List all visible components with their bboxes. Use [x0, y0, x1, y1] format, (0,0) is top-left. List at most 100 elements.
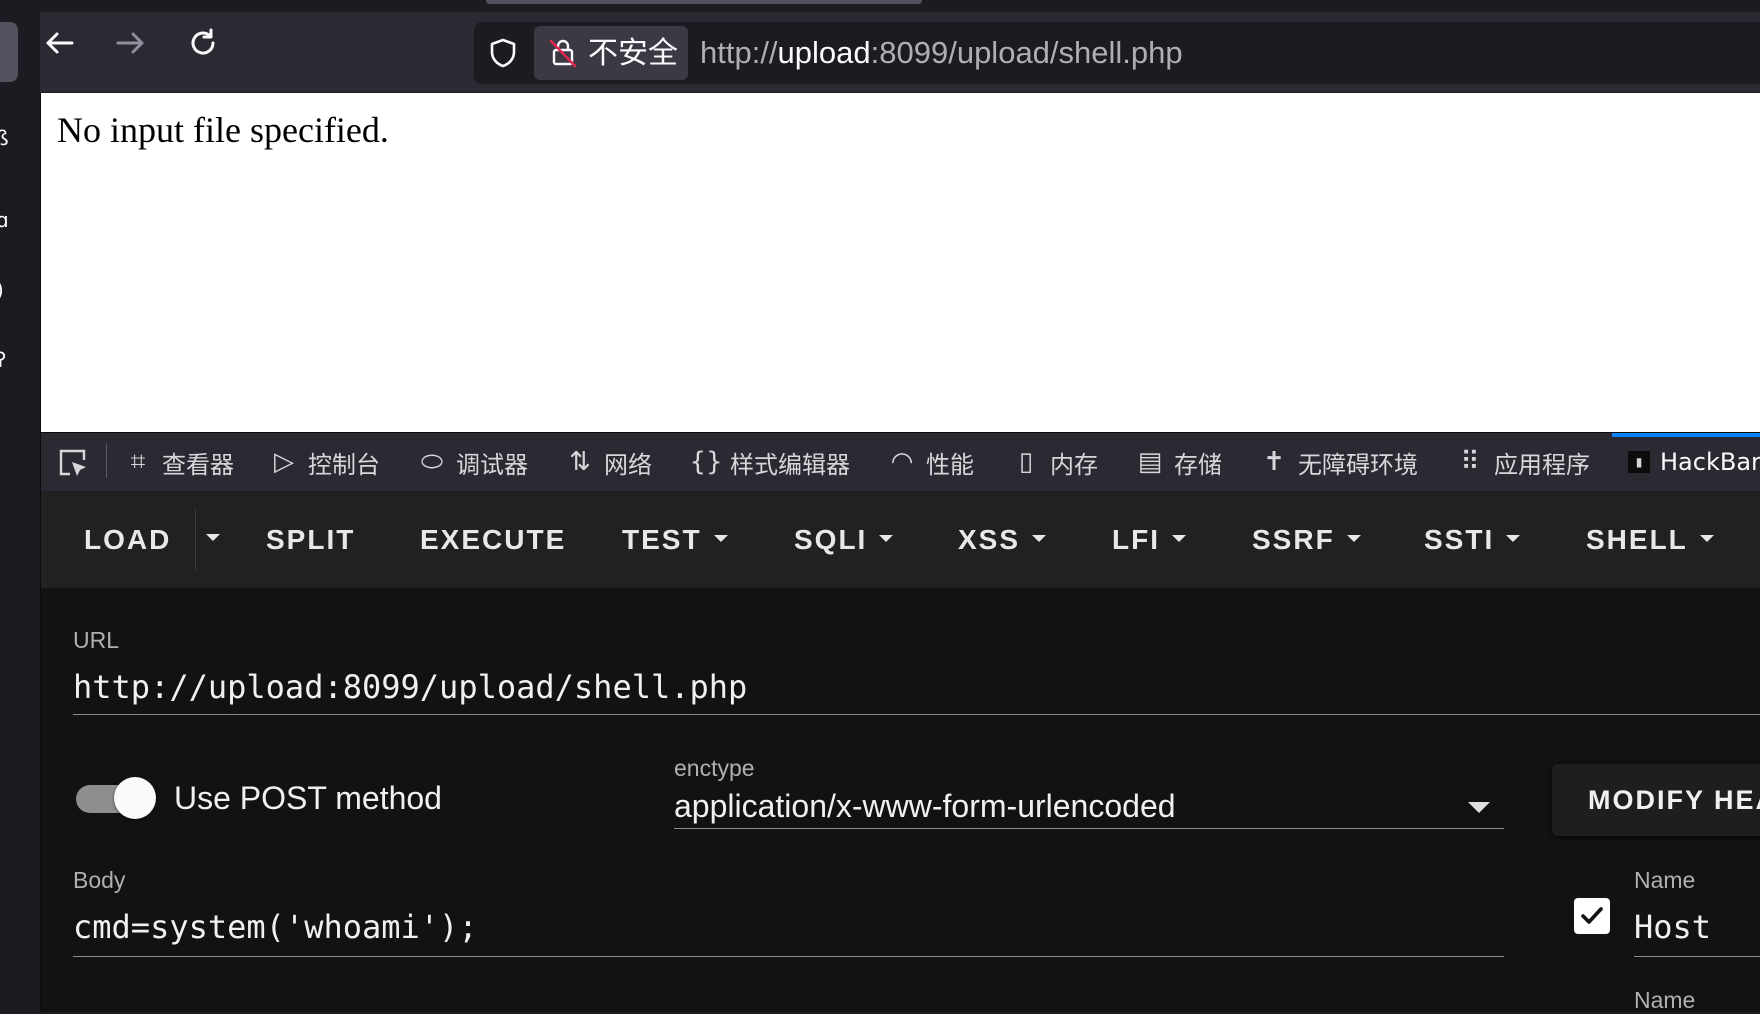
- url-rest: :8099/upload/shell.php: [870, 35, 1183, 70]
- tab-hackbar[interactable]: ▮ HackBar: [1628, 440, 1760, 484]
- tab-memory[interactable]: ▯ 内存: [1012, 440, 1098, 484]
- chevron-down-icon: [1172, 535, 1186, 543]
- body-input[interactable]: cmd=system('whoami');: [73, 906, 478, 948]
- hackbar-icon: ▮: [1628, 451, 1650, 473]
- tab-application[interactable]: ⠿ 应用程序: [1456, 440, 1590, 484]
- back-button[interactable]: [38, 22, 80, 64]
- sidebar-icon-1[interactable]: ß: [0, 128, 12, 148]
- load-dropdown-button[interactable]: [206, 530, 222, 550]
- reload-button[interactable]: [182, 22, 224, 64]
- execute-button[interactable]: EXECUTE: [420, 520, 566, 560]
- tab-inspector[interactable]: ⌗ 查看器: [124, 440, 234, 484]
- console-icon: ▷: [274, 447, 294, 477]
- memory-icon: ▯: [1018, 447, 1034, 477]
- post-toggle-label: Use POST method: [174, 780, 442, 816]
- enctype-label: enctype: [674, 755, 755, 781]
- tab-label: 存储: [1174, 450, 1222, 479]
- inspector-icon: ⌗: [130, 446, 146, 477]
- test-menu[interactable]: TEST: [622, 520, 728, 560]
- security-label: 不安全: [588, 36, 678, 71]
- tab-network[interactable]: ⇅ 网络: [566, 440, 652, 484]
- header-name-underline: [1634, 956, 1760, 957]
- sidebar: ß ɑ ) ʔ: [0, 12, 41, 1012]
- url-field-label: URL: [73, 627, 120, 653]
- tab-label: 应用程序: [1494, 450, 1590, 479]
- modify-headers-label: MODIFY HEA: [1588, 785, 1760, 815]
- network-icon: ⇅: [569, 447, 591, 477]
- tracking-protection-button[interactable]: [486, 36, 520, 70]
- insecure-lock-icon: [546, 36, 580, 74]
- tab-console[interactable]: ▷ 控制台: [270, 440, 380, 484]
- url-input[interactable]: http://upload:8099/upload/shell.php: [73, 666, 747, 708]
- tab-style-editor[interactable]: {} 样式编辑器: [689, 440, 850, 484]
- checkmark-icon: [1581, 907, 1603, 924]
- tab-label: 网络: [604, 450, 652, 479]
- sidebar-icon-3[interactable]: ): [0, 280, 12, 300]
- chevron-down-icon: [1032, 535, 1047, 543]
- performance-icon: ◠: [890, 447, 914, 477]
- devtools-separator: [106, 444, 107, 478]
- header-enabled-checkbox[interactable]: [1574, 898, 1610, 934]
- application-icon: ⠿: [1460, 447, 1480, 477]
- tab-label: 无障碍环境: [1298, 450, 1418, 479]
- chevron-down-icon[interactable]: [1468, 802, 1490, 813]
- forward-button[interactable]: [110, 22, 152, 64]
- arrow-left-icon: [46, 32, 74, 54]
- tab-label: HackBar: [1660, 448, 1760, 476]
- element-picker-icon: [59, 449, 86, 476]
- header-name-label: Name: [1634, 867, 1696, 893]
- ssti-menu[interactable]: SSTI: [1424, 520, 1521, 560]
- sqli-label: SQLI: [794, 524, 868, 555]
- chevron-down-icon: [1699, 535, 1714, 543]
- tab-accessibility[interactable]: ✝ 无障碍环境: [1260, 440, 1418, 484]
- tab-debugger[interactable]: ⬭ 调试器: [418, 440, 528, 484]
- tab-label: 调试器: [456, 450, 528, 479]
- body-field-label: Body: [73, 867, 126, 893]
- url-display[interactable]: http://upload:8099/upload/shell.php: [700, 32, 1183, 74]
- style-editor-icon: {}: [689, 447, 723, 477]
- tab-label: 样式编辑器: [730, 450, 850, 479]
- tab-storage[interactable]: ▤ 存储: [1136, 440, 1222, 484]
- debugger-icon: ⬭: [420, 446, 444, 477]
- body-input-underline: [73, 956, 1504, 957]
- url-input-underline: [73, 714, 1760, 715]
- sqli-menu[interactable]: SQLI: [794, 520, 894, 560]
- load-separator: [195, 508, 196, 570]
- lfi-label: LFI: [1112, 524, 1160, 555]
- header-name-input[interactable]: Host: [1634, 906, 1711, 948]
- chevron-down-icon: [1506, 535, 1521, 543]
- shield-icon: [490, 38, 516, 68]
- sidebar-active-item[interactable]: [0, 22, 18, 82]
- load-button[interactable]: LOAD: [84, 520, 171, 560]
- tab-label: 性能: [926, 450, 974, 479]
- split-button[interactable]: SPLIT: [266, 520, 355, 560]
- post-toggle-thumb[interactable]: [114, 777, 156, 819]
- tab-label: 控制台: [308, 450, 380, 479]
- tab-performance[interactable]: ◠ 性能: [888, 440, 974, 484]
- active-devtab-indicator: [1612, 433, 1760, 437]
- lfi-menu[interactable]: LFI: [1112, 520, 1186, 560]
- accessibility-icon: ✝: [1263, 447, 1285, 477]
- ssrf-menu[interactable]: SSRF: [1252, 520, 1361, 560]
- reload-icon: [191, 28, 215, 55]
- xss-label: XSS: [958, 524, 1021, 555]
- chevron-down-icon: [713, 535, 728, 543]
- tab-label: 查看器: [162, 450, 234, 479]
- arrow-right-icon: [116, 32, 144, 54]
- enctype-select[interactable]: application/x-www-form-urlencoded: [674, 786, 1176, 826]
- enctype-underline: [674, 828, 1504, 829]
- sidebar-icon-2[interactable]: ɑ: [0, 210, 12, 230]
- tab-label: 内存: [1050, 450, 1098, 479]
- active-tab-indicator[interactable]: [486, 0, 922, 4]
- pick-element-button[interactable]: [56, 446, 90, 484]
- url-prefix: http://: [700, 35, 778, 70]
- xss-menu[interactable]: XSS: [958, 520, 1047, 560]
- shell-menu[interactable]: SHELL: [1586, 520, 1714, 560]
- ssti-label: SSTI: [1424, 524, 1495, 555]
- test-label: TEST: [622, 524, 702, 555]
- storage-icon: ▤: [1137, 447, 1163, 477]
- url-host: upload: [777, 35, 871, 70]
- chevron-down-icon: [1346, 535, 1361, 543]
- ssrf-label: SSRF: [1252, 524, 1335, 555]
- sidebar-icon-4[interactable]: ʔ: [0, 350, 12, 370]
